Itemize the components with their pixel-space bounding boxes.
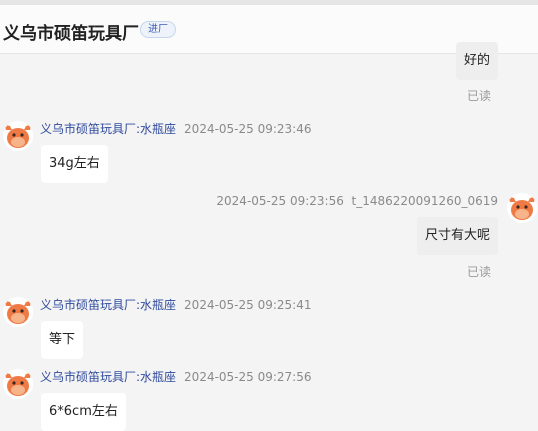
message-time: 2024-05-25 09:27:56	[184, 370, 312, 384]
message-bubble-incoming[interactable]: 等下	[41, 321, 84, 359]
avatar-cow-icon[interactable]	[3, 369, 33, 399]
avatar-cow-icon[interactable]	[507, 193, 537, 223]
message-text: 好的	[463, 53, 490, 68]
message-text: 34g左右	[49, 156, 100, 171]
shop-name-title: 义乌市硕笛玩具厂	[3, 24, 139, 44]
message-meta: 义乌市硕笛玩具厂:水瓶座 2024-05-25 09:23:46	[40, 122, 312, 136]
message-meta: 2024-05-25 09:23:56 t_1486220091260_0619	[216, 194, 498, 208]
message-text: 等下	[49, 332, 76, 347]
avatar-cow-icon[interactable]	[3, 121, 33, 151]
message-text: 6*6cm左右	[49, 404, 118, 419]
message-bubble-outgoing[interactable]: 尺寸有大呢	[416, 217, 498, 255]
message-time: 2024-05-25 09:23:46	[184, 122, 312, 136]
sender-name: 义乌市硕笛玩具厂:水瓶座	[40, 298, 177, 312]
message-bubble-outgoing[interactable]: 好的	[455, 42, 498, 80]
message-meta: 义乌市硕笛玩具厂:水瓶座 2024-05-25 09:27:56	[40, 370, 312, 384]
avatar-cow-icon[interactable]	[3, 297, 33, 327]
shop-tag-badge[interactable]: 进厂	[140, 21, 176, 38]
message-text: 尺寸有大呢	[424, 228, 490, 243]
read-status: 已读	[466, 265, 491, 279]
message-meta: 义乌市硕笛玩具厂:水瓶座 2024-05-25 09:25:41	[40, 298, 312, 312]
message-time: 2024-05-25 09:25:41	[184, 298, 312, 312]
message-bubble-incoming[interactable]: 6*6cm左右	[41, 393, 126, 431]
sender-name: 义乌市硕笛玩具厂:水瓶座	[40, 370, 177, 384]
message-time: 2024-05-25 09:23:56	[216, 194, 344, 208]
read-status: 已读	[466, 89, 491, 103]
sender-name: t_1486220091260_0619	[351, 194, 499, 208]
message-bubble-incoming[interactable]: 34g左右	[41, 145, 108, 183]
sender-name: 义乌市硕笛玩具厂:水瓶座	[40, 122, 177, 136]
